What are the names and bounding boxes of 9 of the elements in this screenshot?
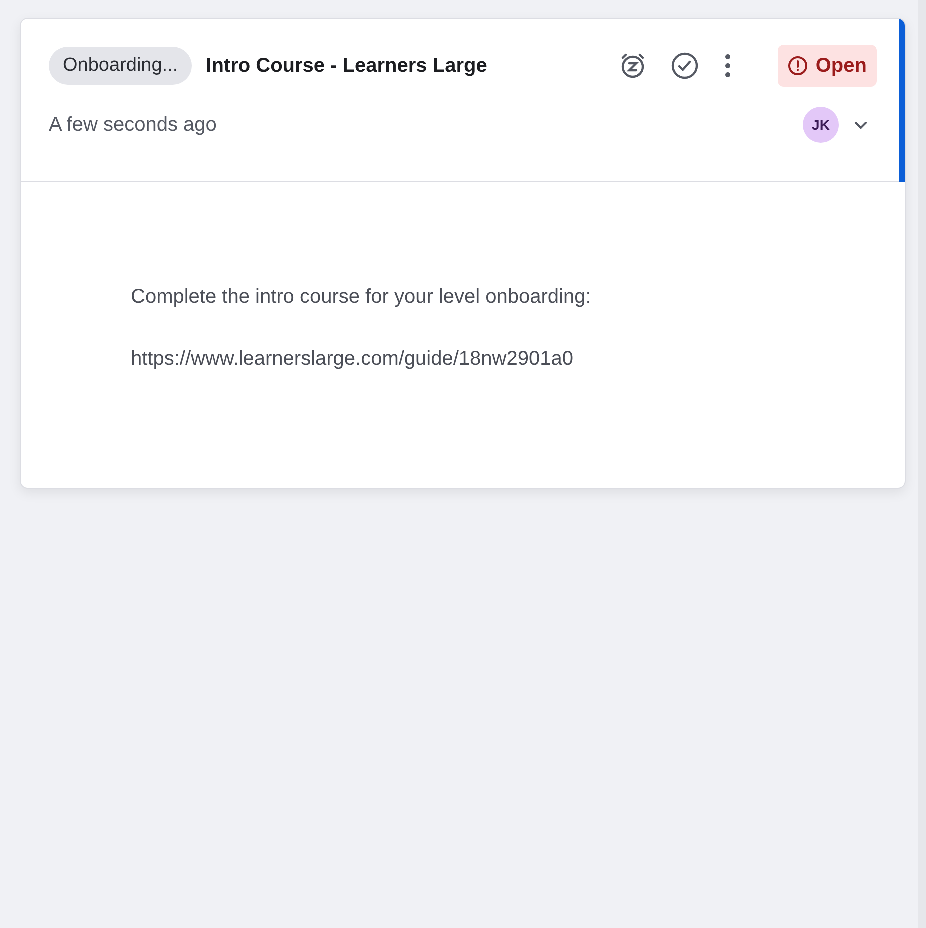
description-text: Complete the intro course for your level onboarding:	[131, 285, 592, 310]
alert-icon	[788, 56, 808, 76]
avatar[interactable]: JK	[803, 107, 839, 143]
category-tag[interactable]: Onboarding...	[49, 46, 192, 86]
timestamp: A few seconds ago	[49, 113, 217, 138]
description-text: https://www.learnerslarge.com/guide/18nw2901a0	[131, 347, 574, 372]
card-title: Intro Course - Learners Large	[206, 54, 488, 79]
check-icon[interactable]	[670, 51, 700, 81]
status-label: Open	[816, 54, 867, 79]
